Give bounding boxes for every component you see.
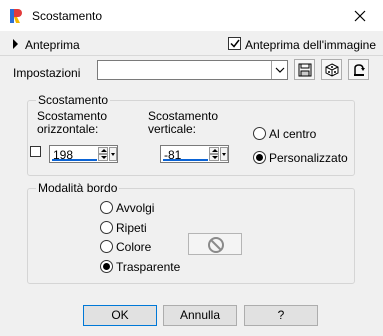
vertical-offset-spinbox[interactable]: -81: [160, 145, 229, 163]
window-title: Scostamento: [32, 9, 103, 23]
transparent-radio[interactable]: [100, 260, 113, 273]
spin-up-icon[interactable]: [209, 147, 219, 154]
settings-combobox[interactable]: [97, 60, 288, 80]
custom-label: Personalizzato: [269, 151, 348, 165]
chevron-down-icon[interactable]: [271, 61, 287, 79]
offset-group-title: Scostamento: [36, 93, 111, 107]
image-preview-checkbox[interactable]: [228, 37, 241, 50]
slider-dropdown-icon[interactable]: [220, 147, 228, 161]
spin-buttons[interactable]: [209, 147, 219, 161]
spin-down-icon[interactable]: [209, 154, 219, 161]
slider-dropdown-icon[interactable]: [109, 147, 117, 161]
custom-radio[interactable]: [253, 151, 266, 164]
wrap-radio[interactable]: [100, 201, 113, 214]
help-button[interactable]: ?: [244, 305, 318, 326]
horizontal-offset-spinbox[interactable]: 198: [49, 145, 118, 163]
spin-buttons[interactable]: [98, 147, 108, 161]
preview-toggle-label: Anteprima: [25, 38, 80, 52]
repeat-radio[interactable]: [100, 221, 113, 234]
spin-down-icon[interactable]: [98, 154, 108, 161]
checkmark-icon: [230, 39, 240, 48]
settings-label: Impostazioni: [13, 66, 81, 80]
horizontal-label-line2: orizzontale:: [37, 122, 99, 136]
edge-mode-group-title: Modalità bordo: [36, 181, 120, 195]
vertical-label-line2: verticale:: [148, 122, 197, 136]
spin-up-icon[interactable]: [98, 147, 108, 154]
separator: [0, 55, 383, 56]
expand-arrow-icon: [13, 39, 18, 49]
dice-icon: [325, 63, 339, 77]
app-icon: [10, 9, 22, 23]
link-offset-checkbox[interactable]: [30, 146, 41, 157]
ok-button[interactable]: OK: [83, 305, 157, 326]
reset-icon: [354, 64, 365, 76]
no-color-icon: [208, 237, 224, 253]
repeat-label: Ripeti: [116, 221, 147, 235]
value-slider-indicator: [52, 159, 97, 161]
transparent-label: Trasparente: [116, 260, 181, 274]
title-bar: Scostamento: [0, 0, 383, 31]
centered-radio[interactable]: [253, 127, 266, 140]
color-label: Colore: [116, 240, 152, 254]
randomize-button[interactable]: [321, 59, 342, 80]
centered-label: Al centro: [269, 127, 317, 141]
image-preview-label: Anteprima dell'immagine: [245, 38, 377, 52]
save-preset-button[interactable]: [294, 59, 315, 80]
wrap-label: Avvolgi: [116, 201, 155, 215]
color-radio[interactable]: [100, 240, 113, 253]
value-slider-indicator: [163, 159, 208, 161]
save-icon: [298, 63, 312, 77]
close-icon[interactable]: [353, 9, 367, 23]
reset-button[interactable]: [348, 59, 369, 80]
edge-color-swatch[interactable]: [188, 233, 242, 255]
cancel-button[interactable]: Annulla: [163, 305, 237, 326]
